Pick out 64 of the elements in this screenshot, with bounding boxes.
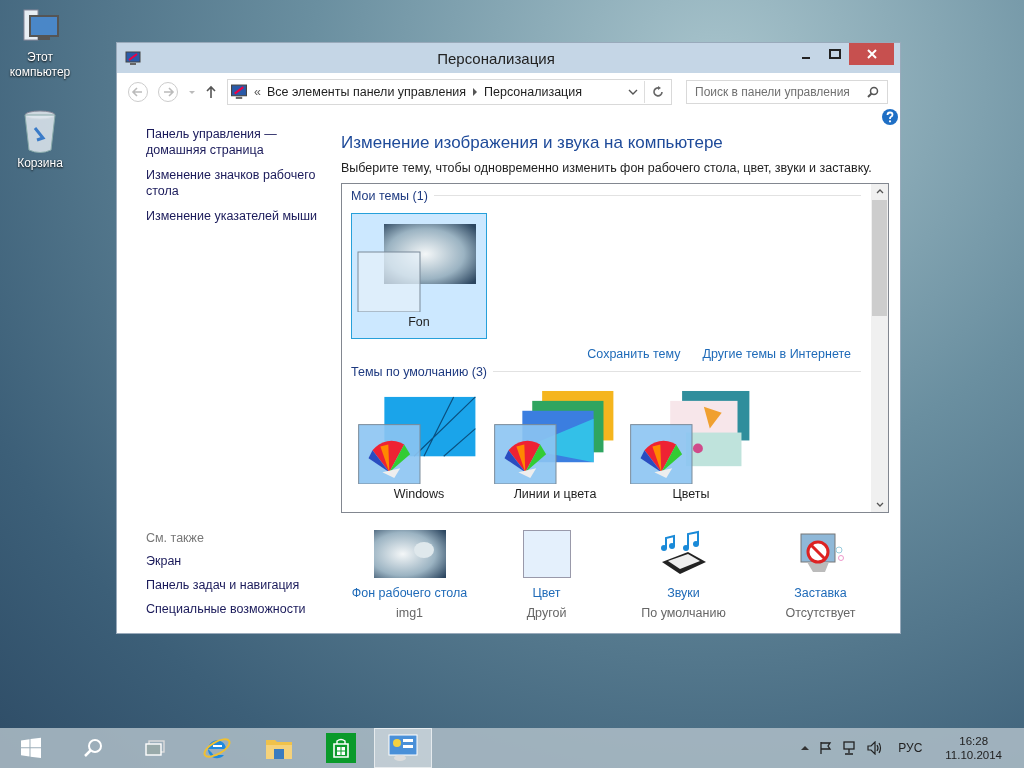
- scroll-up-icon[interactable]: [875, 188, 884, 194]
- color-swatch[interactable]: [522, 530, 571, 578]
- window-title: Персонализация: [436, 49, 556, 67]
- sidebar-link[interactable]: Панель задач и навигация: [146, 577, 321, 593]
- help-icon[interactable]: [882, 109, 898, 125]
- maximize-icon: [828, 49, 841, 59]
- search-icon[interactable]: [867, 86, 879, 98]
- search-icon: [83, 738, 103, 758]
- overflow-chevron[interactable]: «: [254, 85, 261, 99]
- dropdown-icon[interactable]: [628, 88, 638, 96]
- close-button[interactable]: [849, 43, 894, 65]
- desktop-icon-label[interactable]: Корзина: [2, 156, 78, 171]
- monitor-icon: [230, 84, 248, 100]
- setting-link[interactable]: Фон рабочего стола: [351, 586, 468, 600]
- search-field[interactable]: Поиск в панели управления: [686, 80, 888, 104]
- windows-logo-icon: [20, 737, 42, 759]
- sidebar-link[interactable]: Специальные возможности: [146, 601, 321, 617]
- refresh-icon[interactable]: [651, 85, 665, 99]
- sidebar-link[interactable]: Изменение значков рабочего стола: [146, 167, 321, 199]
- show-hidden-icons-icon[interactable]: [800, 745, 811, 751]
- setting-link[interactable]: Звуки: [667, 586, 700, 600]
- address-bar[interactable]: « Все элементы панели управления Персонализация: [227, 79, 672, 105]
- theme-tile[interactable]: Линии и цвета: [487, 386, 623, 502]
- breadcrumb-item[interactable]: Персонализация: [484, 85, 582, 99]
- page-heading: Изменение изображения и звука на компьютере: [341, 133, 724, 153]
- theme-link[interactable]: Сохранить тему: [587, 347, 681, 361]
- taskbar-button[interactable]: [374, 728, 432, 768]
- group-heading: Темы по умолчанию (3): [351, 364, 487, 379]
- up-arrow-icon[interactable]: [205, 85, 217, 99]
- task-view-icon: [145, 740, 165, 756]
- theme-link[interactable]: Другие темы в Интернете: [702, 347, 851, 361]
- minimize-icon: [801, 57, 810, 59]
- theme-tile[interactable]: Fon: [351, 213, 487, 339]
- breadcrumb-item[interactable]: Все элементы панели управления: [266, 85, 467, 99]
- theme-tile[interactable]: Цветы: [623, 386, 759, 502]
- sidebar-link[interactable]: Панель управления — домашняя страница: [146, 126, 321, 158]
- setting-value: Отсутствует: [785, 606, 856, 620]
- recycle-bin-icon[interactable]: [23, 110, 57, 154]
- sidebar-link[interactable]: Изменение указателей мыши: [146, 208, 321, 224]
- desktop-icon-label[interactable]: Этот компьютер: [2, 50, 78, 80]
- setting-link[interactable]: Заставка: [794, 586, 847, 600]
- chevron-right-icon[interactable]: [472, 88, 479, 96]
- theme-name: Windows: [393, 487, 445, 501]
- clock[interactable]: 16:28 11.10.2014: [945, 734, 1002, 762]
- language-indicator[interactable]: РУС: [898, 741, 923, 755]
- setting-link[interactable]: Цвет: [532, 586, 561, 600]
- see-also-heading: См. также: [146, 531, 204, 545]
- description-text: Выберите тему, чтобы одновременно изменить фон рабочего стола, цвет, звуки и заставку.: [341, 161, 873, 175]
- close-icon: [866, 49, 877, 59]
- theme-name: Fon: [408, 315, 430, 329]
- setting-value: Другой: [526, 606, 567, 620]
- control-panel-icon: [388, 734, 418, 762]
- store-bag-icon: [326, 733, 356, 763]
- theme-name: Линии и цвета: [513, 487, 597, 501]
- monitor-icon: [125, 50, 141, 66]
- theme-name: Цветы: [672, 487, 710, 501]
- setting-value: По умолчанию: [641, 606, 726, 620]
- group-heading: Мои темы (1): [351, 188, 428, 203]
- speaker-icon[interactable]: [867, 741, 884, 755]
- setting-value: img1: [395, 606, 424, 620]
- sidebar-link[interactable]: Экран: [146, 553, 321, 569]
- scroll-down-icon[interactable]: [875, 502, 884, 508]
- flag-icon[interactable]: [819, 741, 834, 755]
- theme-tile[interactable]: Windows: [351, 386, 487, 502]
